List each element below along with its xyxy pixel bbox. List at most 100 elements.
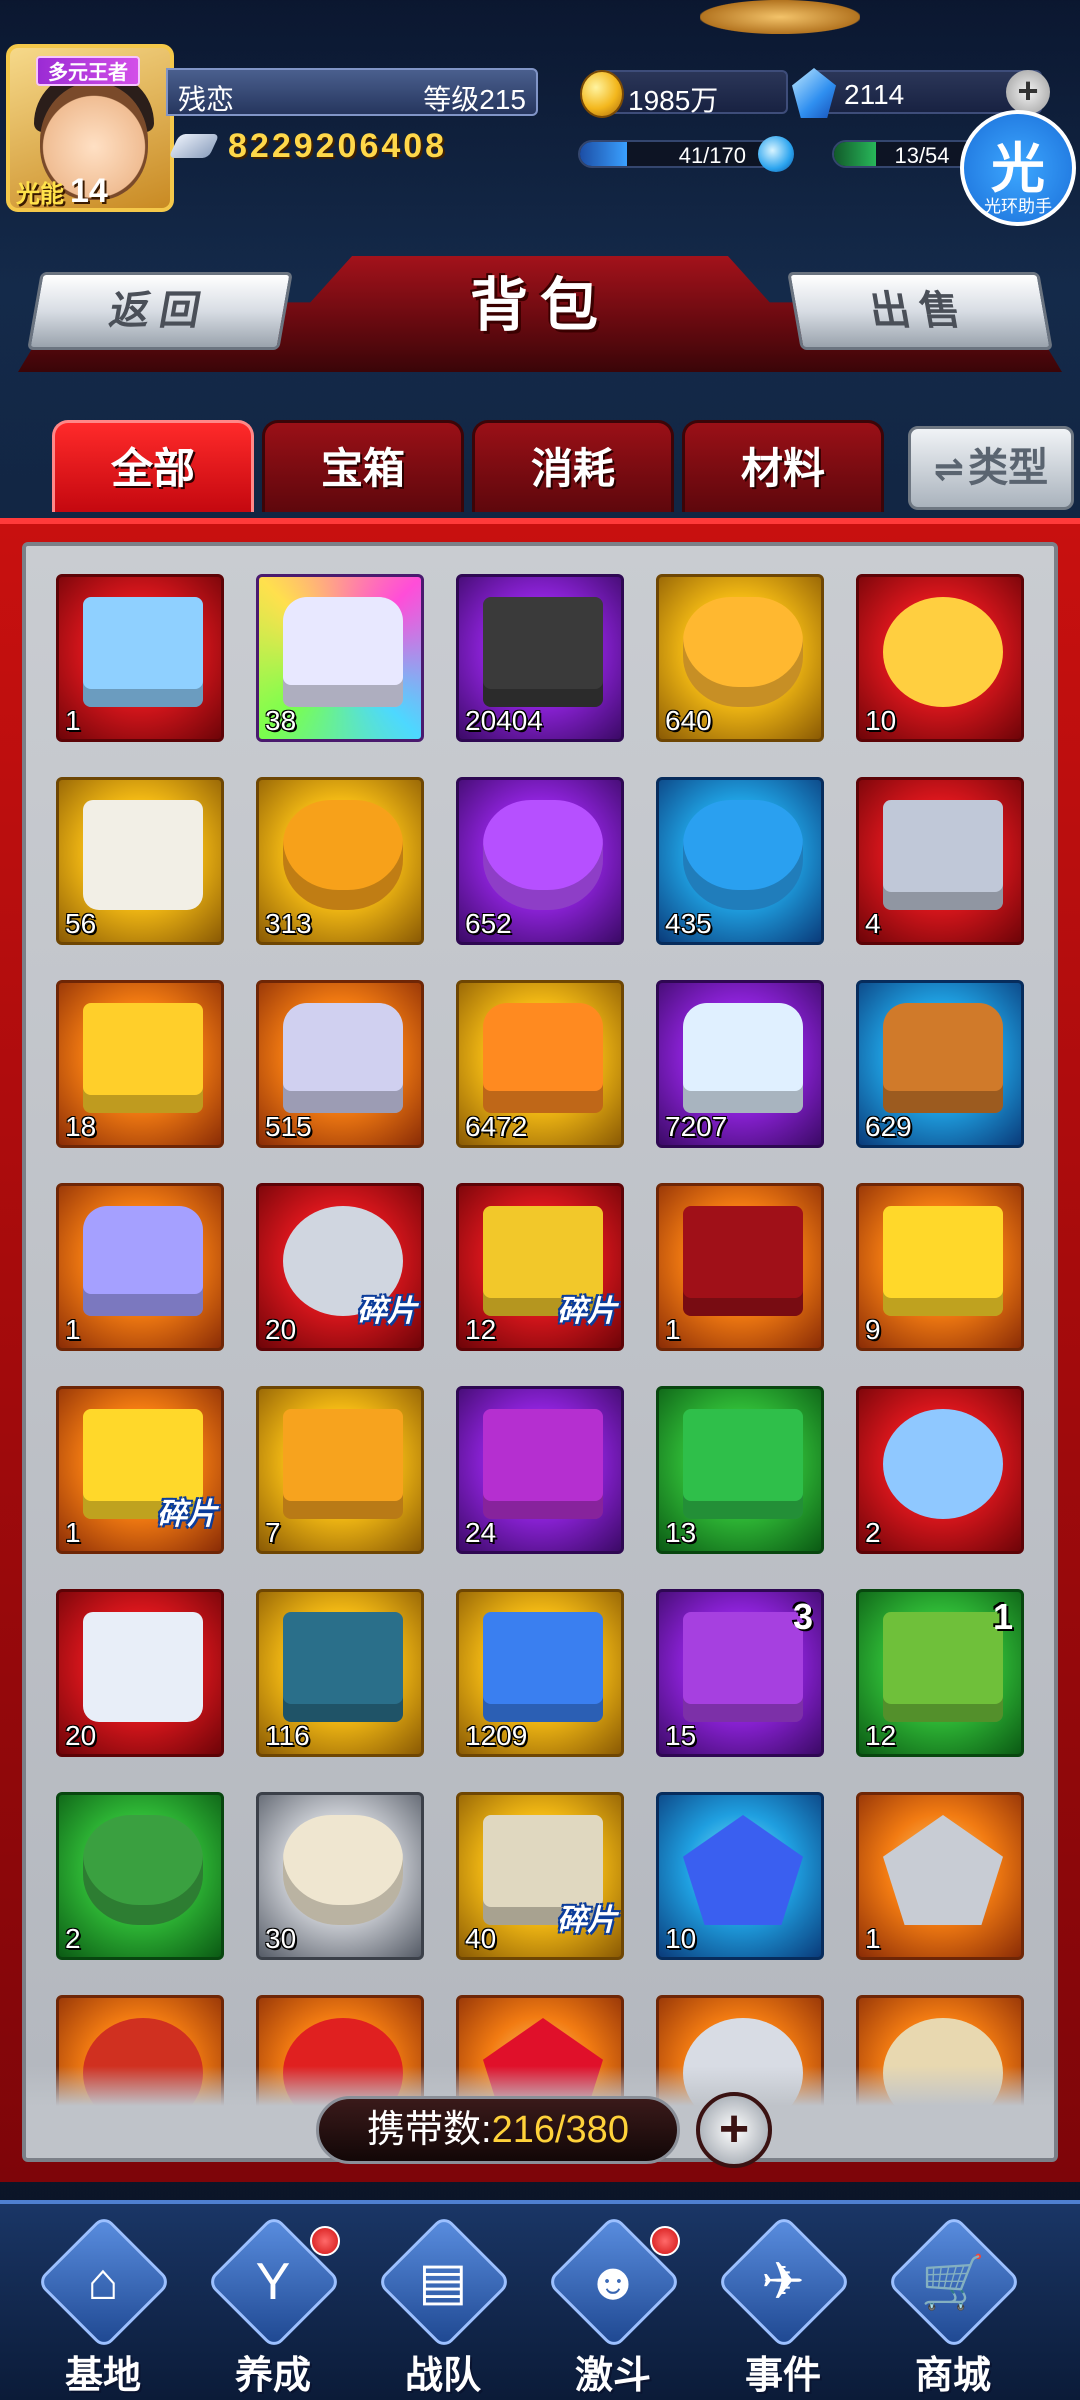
notification-dot — [310, 2226, 340, 2256]
inventory-item-gold-crate-shard[interactable]: 碎片 1 — [56, 1386, 224, 1554]
item-quantity: 38 — [265, 705, 297, 736]
item-quantity: 7 — [265, 1517, 281, 1548]
orange-crate-icon — [283, 1409, 403, 1519]
inventory-item-blue-box[interactable]: 1 — [56, 574, 224, 742]
inventory-item-core-cube[interactable]: 4 — [856, 777, 1024, 945]
item-quantity: 515 — [265, 1111, 312, 1142]
inventory-item-orange-crate[interactable]: 7 — [256, 1386, 424, 1554]
tab-1[interactable]: 宝箱 — [262, 420, 464, 512]
shard-badge: 碎片 — [557, 1295, 617, 1328]
gift-box-icon — [483, 1612, 603, 1722]
item-corner-number: 1 — [992, 1596, 1013, 1637]
silver-ore-icon — [883, 1815, 1003, 1925]
player-name-bar: 残恋 等级215 — [166, 68, 538, 116]
inventory-item-blue-emblem[interactable]: 2 — [856, 1386, 1024, 1554]
bottom-navigation: ⌂ 基地 Y 养成 ▤ 战队 ☻ 激斗 ✈ 事件 🛒 商城 — [0, 2200, 1080, 2400]
inventory-item-red-crate[interactable]: 1 — [656, 1183, 824, 1351]
nav-glyph-icon: Y — [255, 2253, 291, 2311]
inventory-item-gold-mecha-box[interactable]: 18 — [56, 980, 224, 1148]
shard-badge: 碎片 — [157, 1498, 217, 1531]
tab-0[interactable]: 全部 — [52, 420, 254, 512]
expand-capacity-button[interactable]: + — [696, 2092, 772, 2168]
green-pouch-icon — [83, 1815, 203, 1925]
gold-resource[interactable]: 1985万 — [580, 70, 788, 118]
inventory-item-green-gift[interactable]: 1 12 — [856, 1589, 1024, 1757]
inventory-item-fire-orb[interactable]: 10 — [856, 574, 1024, 742]
inventory-item-crest-shard[interactable]: 碎片 20 — [256, 1183, 424, 1351]
inventory-panel-inner[interactable]: 1 38 20404 640 10 56 313 652 435 4 18 515 6472 7207 62… — [22, 542, 1058, 2162]
star-chest-icon — [83, 1206, 203, 1316]
combat-power: 8229206408 — [170, 126, 447, 166]
purple-gift-icon — [683, 1612, 803, 1722]
item-quantity: 2 — [865, 1517, 881, 1548]
inventory-item-charm-tag[interactable]: 20 — [56, 1589, 224, 1757]
player-level: 等级215 — [423, 84, 526, 115]
combat-power-value: 8229206408 — [228, 126, 448, 165]
inventory-item-gold-pouch[interactable]: 640 — [656, 574, 824, 742]
blue-box-icon — [83, 597, 203, 707]
item-corner-number: 3 — [792, 1596, 813, 1637]
nav-item-5[interactable]: 🛒 商城 — [878, 2214, 1028, 2400]
capacity-value: 216/380 — [491, 2109, 629, 2151]
inventory-item-chip-board[interactable]: 116 — [256, 1589, 424, 1757]
inventory-item-weapon-case[interactable]: 20404 — [456, 574, 624, 742]
add-gems-button[interactable]: + — [1006, 70, 1050, 114]
avatar-title-badge: 多元王者 — [36, 56, 140, 86]
back-button[interactable]: 返回 — [27, 272, 293, 350]
inventory-item-star-case-shard[interactable]: 碎片 40 — [456, 1792, 624, 1960]
inventory-item-green-crate[interactable]: 13 — [656, 1386, 824, 1554]
item-quantity: 10 — [665, 1923, 697, 1954]
nav-item-0[interactable]: ⌂ 基地 — [28, 2214, 178, 2400]
capacity-label: 携带数: — [367, 2109, 492, 2151]
item-quantity: 12 — [865, 1720, 897, 1751]
inventory-item-purple-gift[interactable]: 3 15 — [656, 1589, 824, 1757]
inventory-item-orange-bag[interactable]: 313 — [256, 777, 424, 945]
item-quantity: 2 — [65, 1923, 81, 1954]
inventory-item-wood-chest[interactable]: 629 — [856, 980, 1024, 1148]
inventory-item-claw-pack[interactable]: 56 — [56, 777, 224, 945]
inventory-item-gift-box[interactable]: 1209 — [456, 1589, 624, 1757]
fire-orb-icon — [883, 597, 1003, 707]
inventory-item-white-pouch[interactable]: 30 — [256, 1792, 424, 1960]
item-quantity: 24 — [465, 1517, 497, 1548]
item-quantity: 10 — [865, 705, 897, 736]
nav-item-2[interactable]: ▤ 战队 — [368, 2214, 518, 2400]
notification-dot — [650, 2226, 680, 2256]
inventory-item-purple-bag[interactable]: 652 — [456, 777, 624, 945]
inventory-item-blue-crystal[interactable]: 10 — [656, 1792, 824, 1960]
stamina-bar: 41/170 — [578, 140, 778, 168]
inventory-item-gold-chest[interactable]: 6472 — [456, 980, 624, 1148]
green-crate-icon — [683, 1409, 803, 1519]
nav-glyph-icon: 🛒 — [920, 2254, 986, 2312]
inventory-item-diamond-chest[interactable]: 38 — [256, 574, 424, 742]
tab-3[interactable]: 材料 — [682, 420, 884, 512]
purple-crate-icon — [483, 1409, 603, 1519]
inventory-item-star-chest[interactable]: 1 — [56, 1183, 224, 1351]
inventory-item-helmet-shard[interactable]: 碎片 12 — [456, 1183, 624, 1351]
page-title: 背包 — [469, 273, 610, 338]
tab-2[interactable]: 消耗 — [472, 420, 674, 512]
inventory-item-silver-mecha-chest[interactable]: 515 — [256, 980, 424, 1148]
blue-crystal-icon — [683, 1815, 803, 1925]
inventory-item-silver-ore[interactable]: 1 — [856, 1792, 1024, 1960]
nav-glyph-icon: ☻ — [585, 2253, 641, 2311]
inventory-item-blue-bag[interactable]: 435 — [656, 777, 824, 945]
diamond-chest-icon — [283, 597, 403, 707]
gold-crate-icon — [883, 1206, 1003, 1316]
halo-assistant-button[interactable]: 光 光环助手 — [960, 110, 1076, 226]
type-filter-button[interactable]: ⇌ 类型 — [908, 426, 1074, 510]
inventory-item-purple-crate[interactable]: 24 — [456, 1386, 624, 1554]
item-quantity: 15 — [665, 1720, 697, 1751]
item-quantity: 116 — [265, 1720, 310, 1751]
nav-label: 事件 — [744, 2355, 821, 2397]
nav-item-1[interactable]: Y 养成 — [198, 2214, 348, 2400]
silver-chest-icon — [683, 1003, 803, 1113]
inventory-item-green-pouch[interactable]: 2 — [56, 1792, 224, 1960]
nav-item-4[interactable]: ✈ 事件 — [708, 2214, 858, 2400]
inventory-item-silver-chest[interactable]: 7207 — [656, 980, 824, 1148]
sell-button[interactable]: 出售 — [787, 272, 1053, 350]
inventory-item-gold-crate[interactable]: 9 — [856, 1183, 1024, 1351]
nav-item-3[interactable]: ☻ 激斗 — [538, 2214, 688, 2400]
item-quantity: 18 — [65, 1111, 97, 1142]
item-quantity: 1 — [65, 1517, 81, 1548]
